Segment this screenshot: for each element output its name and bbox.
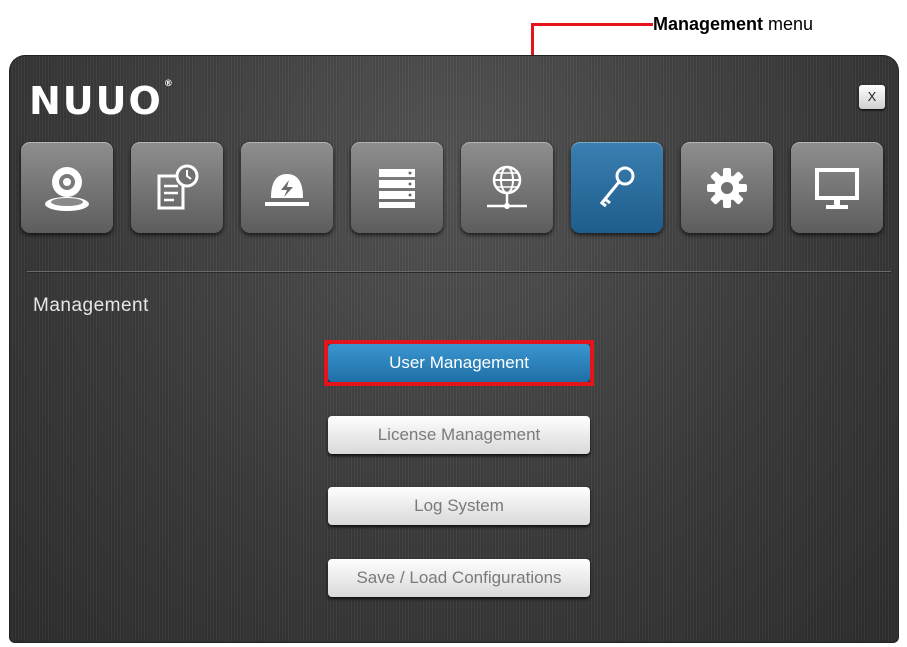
camera-icon [45,166,89,211]
callout-line [531,23,653,26]
callout-bold-text: Management [653,14,764,34]
save-load-configurations-button[interactable]: Save / Load Configurations [328,559,590,597]
display-tile[interactable] [791,142,883,233]
management-menu-callout: Management menu [653,14,813,35]
user-management-button[interactable]: User Management [328,344,590,382]
key-icon [599,166,635,207]
gear-icon [707,167,747,208]
section-title: Management [33,295,149,316]
storage-icon [379,168,415,208]
close-button[interactable]: X [859,85,885,109]
camera-tile[interactable] [21,142,113,233]
event-alarm-icon [265,173,309,206]
event-tile[interactable] [241,142,333,233]
monitor-icon [815,167,859,209]
log-system-button[interactable]: Log System [328,487,590,525]
section-divider [27,271,891,272]
schedule-tile[interactable] [131,142,223,233]
logo-text: NUUO [29,79,163,123]
network-tile[interactable] [461,142,553,233]
management-tile[interactable] [571,142,663,233]
license-management-button[interactable]: License Management [328,416,590,454]
network-icon [487,165,527,209]
settings-window: NUUO® X Management User Management Licen… [9,55,899,643]
callout-text: menu [763,14,814,34]
schedule-icon [157,164,199,209]
settings-tile[interactable] [681,142,773,233]
logo-registered-mark: ® [163,79,175,89]
nuuo-logo: NUUO® [29,79,175,123]
storage-tile[interactable] [351,142,443,233]
